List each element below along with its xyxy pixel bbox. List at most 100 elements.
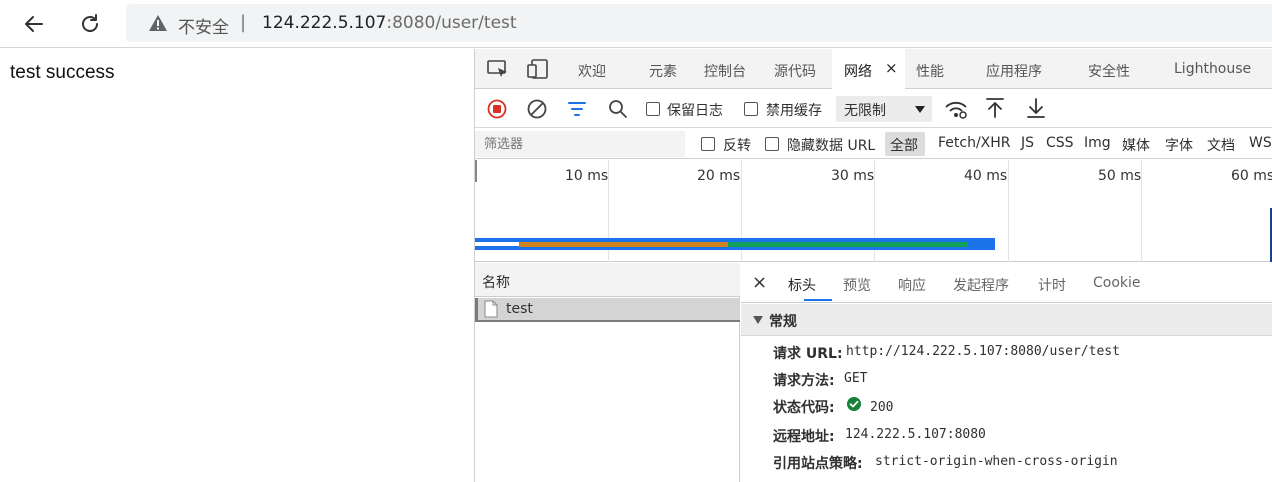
tab-network-close[interactable]: ×: [885, 59, 898, 77]
devtools-panel: 欢迎 元素 控制台 源代码 网络 × 性能 应用程序 安全性 Lighthous…: [475, 49, 1272, 482]
import-har-icon[interactable]: [985, 97, 1005, 119]
filter-input[interactable]: [475, 131, 685, 157]
tab-network-label: 网络: [844, 64, 872, 80]
request-method-key: 请求方法:: [773, 373, 835, 389]
tick-label-60ms: 60 ms: [1231, 168, 1272, 184]
url-host: 124.222.5.107: [262, 13, 387, 33]
throttling-select[interactable]: 无限制: [836, 96, 932, 122]
triangle-down-icon: [753, 316, 763, 324]
active-tab-indicator: [804, 299, 832, 301]
status-ok-icon: [847, 397, 861, 411]
inspect-element-icon[interactable]: [487, 59, 509, 79]
address-bar[interactable]: 不安全 | 124.222.5.107:8080/user/test: [126, 4, 1272, 42]
type-filter-img[interactable]: Img: [1084, 135, 1111, 151]
search-icon[interactable]: [608, 99, 628, 119]
disable-cache-checkbox[interactable]: [744, 102, 758, 116]
referrer-policy-key: 引用站点策略:: [773, 456, 863, 472]
request-method-value: GET: [844, 371, 868, 386]
request-url-key: 请求 URL:: [773, 346, 843, 362]
request-row[interactable]: test: [475, 298, 740, 322]
tab-console[interactable]: 控制台: [704, 61, 746, 81]
preserve-log-label: 保留日志: [667, 103, 723, 119]
general-section-header[interactable]: 常规: [741, 304, 1272, 336]
tab-headers[interactable]: 标头: [788, 275, 816, 295]
general-section-title: 常规: [769, 314, 797, 330]
type-filter-all[interactable]: 全部: [885, 132, 925, 156]
request-url-value: http://124.222.5.107:8080/user/test: [846, 344, 1120, 359]
name-column-header: 名称: [482, 275, 510, 291]
hide-data-urls-checkbox[interactable]: [765, 137, 779, 151]
request-list: 名称 test: [475, 263, 740, 482]
waterfall-wait-segment: [519, 242, 728, 247]
reload-button[interactable]: [76, 10, 104, 38]
tab-application[interactable]: 应用程序: [986, 61, 1042, 81]
tab-security[interactable]: 安全性: [1088, 61, 1130, 81]
tick-label-10ms: 10 ms: [565, 168, 609, 184]
security-label[interactable]: 不安全: [178, 13, 229, 38]
throttling-value: 无限制: [844, 103, 886, 119]
preserve-log-checkbox[interactable]: [646, 102, 660, 116]
status-code-key: 状态代码:: [773, 400, 835, 416]
remote-address-value: 124.222.5.107:8080: [845, 427, 986, 442]
overview-start-marker: [475, 160, 477, 182]
page-viewport: test success: [0, 49, 475, 482]
status-code-value: 200: [870, 400, 894, 415]
request-detail-panel: × 标头 预览 响应 发起程序 计时 Cookie 常规 请求 URL: htt…: [741, 263, 1272, 482]
tab-welcome[interactable]: 欢迎: [578, 61, 606, 81]
network-conditions-icon[interactable]: [944, 99, 968, 119]
tab-initiator[interactable]: 发起程序: [953, 275, 1009, 295]
devtools-tab-bar: 欢迎 元素 控制台 源代码 网络 × 性能 应用程序 安全性 Lighthous…: [475, 49, 1272, 89]
request-name: test: [506, 301, 533, 317]
waterfall-queue-segment: [475, 242, 519, 246]
waterfall-download-segment: [728, 242, 968, 247]
type-filter-media[interactable]: 媒体: [1122, 135, 1150, 155]
device-toolbar-icon[interactable]: [527, 59, 549, 79]
detail-tab-bar: × 标头 预览 响应 发起程序 计时 Cookie: [741, 263, 1272, 303]
tab-timing[interactable]: 计时: [1038, 275, 1066, 295]
tab-elements[interactable]: 元素: [649, 61, 677, 81]
document-icon: [484, 300, 498, 318]
hide-data-urls-label: 隐藏数据 URL: [787, 138, 876, 154]
address-url[interactable]: 124.222.5.107:8080/user/test: [262, 13, 517, 33]
tick-label-40ms: 40 ms: [964, 168, 1008, 184]
tab-sources[interactable]: 源代码: [774, 61, 816, 81]
refresh-icon: [82, 14, 98, 32]
tab-cookies[interactable]: Cookie: [1093, 275, 1141, 291]
remote-address-key: 远程地址:: [773, 429, 835, 445]
clear-icon[interactable]: [527, 99, 547, 119]
tab-performance[interactable]: 性能: [916, 61, 944, 81]
record-stop-icon[interactable]: [487, 99, 507, 119]
tick-label-30ms: 30 ms: [831, 168, 875, 184]
caret-down-icon: [915, 106, 925, 113]
address-separator: |: [240, 12, 247, 33]
type-filter-fetch-xhr[interactable]: Fetch/XHR: [938, 135, 1011, 151]
tab-network[interactable]: 网络 ×: [832, 49, 905, 89]
tab-preview[interactable]: 预览: [843, 275, 871, 295]
type-filter-css[interactable]: CSS: [1046, 135, 1074, 151]
type-filter-font[interactable]: 字体: [1165, 135, 1193, 155]
filter-icon[interactable]: [567, 100, 587, 118]
overview-gridline: [1008, 160, 1009, 262]
type-filter-all-label: 全部: [890, 138, 918, 154]
request-list-header[interactable]: 名称: [475, 263, 740, 297]
detail-close-button[interactable]: ×: [752, 272, 767, 293]
tick-label-50ms: 50 ms: [1098, 168, 1142, 184]
browser-toolbar: 不安全 | 124.222.5.107:8080/user/test: [0, 0, 1272, 48]
arrow-left-icon: [25, 16, 43, 32]
type-filter-doc[interactable]: 文档: [1207, 135, 1235, 155]
tab-lighthouse[interactable]: Lighthouse: [1174, 61, 1251, 77]
disable-cache-label: 禁用缓存: [766, 103, 822, 119]
invert-label: 反转: [723, 138, 751, 154]
tab-response[interactable]: 响应: [898, 275, 926, 295]
type-filter-ws[interactable]: WS: [1249, 135, 1272, 151]
page-body-text: test success: [10, 62, 115, 83]
network-toolbar: 保留日志 禁用缓存 无限制: [475, 90, 1272, 128]
back-button[interactable]: [20, 10, 48, 38]
export-har-icon[interactable]: [1026, 97, 1046, 119]
warning-icon[interactable]: [148, 14, 168, 32]
type-filter-js[interactable]: JS: [1021, 135, 1034, 151]
invert-checkbox[interactable]: [701, 137, 715, 151]
network-overview[interactable]: 10 ms 20 ms 30 ms 40 ms 50 ms 60 ms: [475, 160, 1272, 262]
tick-label-20ms: 20 ms: [697, 168, 741, 184]
url-path: :8080/user/test: [386, 13, 517, 33]
